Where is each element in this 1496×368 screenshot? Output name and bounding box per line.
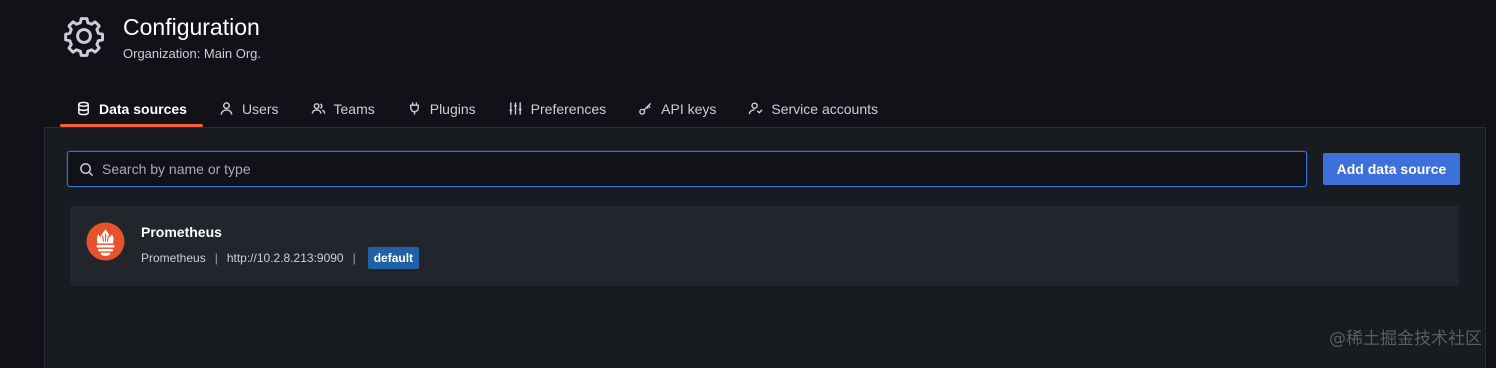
meta-separator: | [214,251,218,265]
meta-separator: | [352,251,356,265]
tab-label: Teams [333,100,375,117]
search-box[interactable] [67,151,1307,187]
user-icon [220,102,233,115]
tab-data-sources[interactable]: Data sources [60,92,203,127]
default-badge: default [367,247,420,269]
content-panel: Add data source Prometheus Prometheus | … [44,127,1486,368]
users-icon [311,103,325,114]
tab-api-keys[interactable]: API keys [622,92,732,125]
database-icon [78,101,89,116]
tab-label: Preferences [530,100,607,117]
tab-label: API keys [661,100,717,117]
page-header: Configuration Organization: Main Org. [62,12,261,61]
search-icon [80,162,94,176]
user-arrows-icon [749,102,763,115]
add-data-source-button[interactable]: Add data source [1323,153,1460,185]
tab-teams[interactable]: Teams [295,92,391,125]
tab-service-accounts[interactable]: Service accounts [732,92,894,125]
prometheus-logo-icon [86,222,125,261]
gear-icon [64,17,104,57]
datasource-card[interactable]: Prometheus Prometheus | http://10.2.8.21… [70,206,1459,286]
plug-icon [409,102,419,115]
tab-label: Data sources [99,100,187,117]
datasource-type: Prometheus [141,251,206,265]
tab-label: Plugins [429,100,476,117]
tab-preferences[interactable]: Preferences [492,92,622,125]
search-input[interactable] [100,160,1284,178]
datasource-meta: Prometheus | http://10.2.8.213:9090 | de… [141,246,420,270]
tab-label: Users [241,100,279,117]
page-title: Configuration [123,14,260,40]
tab-bar: Data sources Users Teams Plugins Prefere… [60,92,894,127]
datasource-url: http://10.2.8.213:9090 [226,251,344,265]
datasource-name: Prometheus [141,224,222,240]
page-subtitle: Organization: Main Org. [123,46,262,61]
tab-plugins[interactable]: Plugins [391,92,492,125]
key-icon [639,102,652,115]
watermark: @稀土掘金技术社区 [1329,329,1482,349]
sliders-icon [509,102,522,115]
tab-users[interactable]: Users [203,92,295,125]
tab-label: Service accounts [771,100,878,117]
